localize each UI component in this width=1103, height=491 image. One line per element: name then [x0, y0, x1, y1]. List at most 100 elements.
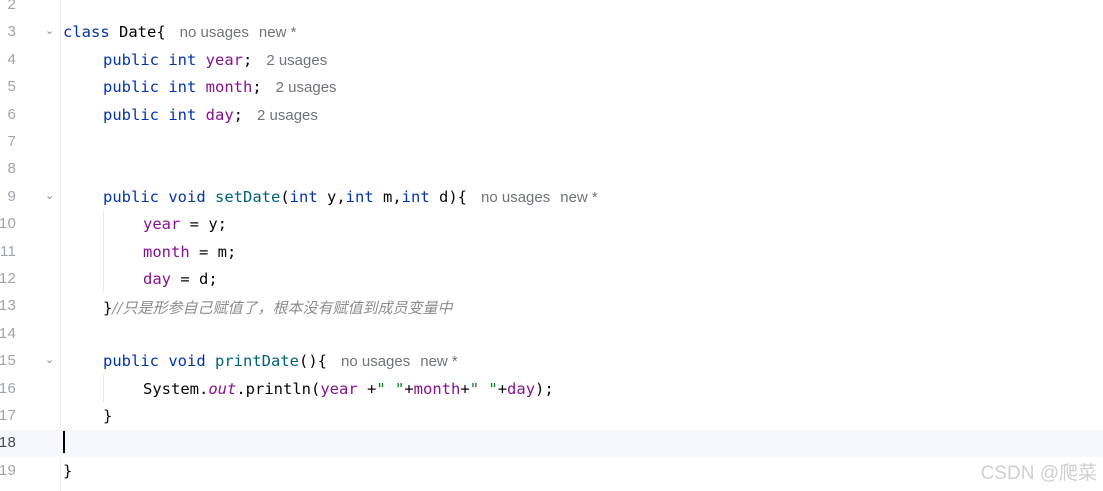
code-line[interactable]: 16 System.out.println(year +" "+month+" "… [0, 376, 1103, 403]
line-number[interactable]: 3 [0, 23, 16, 40]
inlay-usage-hint[interactable]: 2 usages [276, 79, 337, 96]
code-token: ); [535, 379, 554, 398]
code-token: " " [376, 379, 405, 398]
fold-chevron-icon[interactable]: ⌄ [45, 190, 55, 201]
code-token: d){ [439, 187, 467, 206]
line-number[interactable]: 17 [0, 407, 16, 424]
text-caret [63, 431, 65, 453]
code-token: " " [469, 379, 498, 398]
code-token: year [205, 50, 243, 69]
code-line[interactable]: 17} [0, 403, 1103, 430]
line-number[interactable]: 15 [0, 352, 16, 369]
code-token: = m; [189, 242, 237, 261]
code-token: public [103, 187, 169, 206]
inlay-usage-hint[interactable]: 2 usages [257, 107, 318, 124]
inlay-usage-hint[interactable]: 2 usages [266, 52, 327, 69]
line-number[interactable]: 2 [0, 0, 16, 13]
fold-chevron-icon[interactable]: ⌄ [45, 354, 55, 365]
code-line[interactable]: 7 [0, 129, 1103, 156]
code-text: class Date{no usages new * [63, 23, 296, 41]
code-token: int [345, 187, 383, 206]
code-line[interactable]: 2 [0, 0, 1103, 19]
code-token: int [168, 50, 206, 69]
code-line[interactable]: 9 ⌄ public void setDate(int y,int m,int d)… [0, 184, 1103, 211]
line-number[interactable]: 7 [0, 133, 16, 150]
code-token: void [168, 352, 215, 371]
line-number[interactable]: 4 [0, 51, 16, 68]
code-token: month [205, 78, 253, 97]
code-token: int [168, 78, 206, 97]
code-token: + [404, 379, 414, 398]
code-text: public void setDate(int y,int m,int d){n… [103, 188, 598, 206]
code-token: ; [233, 105, 243, 124]
line-number[interactable]: 19 [0, 462, 16, 479]
code-text: month = m; [143, 243, 236, 261]
code-token: } [63, 461, 73, 480]
code-editor[interactable]: 2 3 ⌄ class Date{no usages new * 4 public int … [0, 0, 1103, 491]
code-line[interactable]: 4 public int year; 2 usages [0, 47, 1103, 74]
code-line[interactable]: 15 ⌄ public void printDate(){no usages new … [0, 348, 1103, 375]
line-number[interactable]: 13 [0, 297, 16, 314]
code-text: }//只是形参自己赋值了，根本没有赋值到成员变量中 [103, 297, 452, 318]
code-token: ; [242, 50, 253, 69]
code-text: public int month; 2 usages [103, 78, 337, 96]
code-token: day [507, 379, 536, 398]
code-text: year = y; [143, 215, 227, 233]
inlay-usage-hint[interactable]: no usages [481, 189, 550, 206]
code-text: } [103, 407, 112, 425]
code-token: + [460, 379, 470, 398]
code-line[interactable]: 18 [0, 430, 1103, 458]
inlay-usage-hint[interactable]: new * [420, 353, 458, 370]
code-text: public int day; 2 usages [103, 106, 318, 124]
code-text: System.out.println(year +" "+month+" "+d… [143, 380, 554, 398]
code-token: m, [383, 187, 402, 206]
code-token: public [103, 50, 169, 69]
line-number[interactable]: 11 [0, 243, 16, 260]
code-line[interactable]: 13 }//只是形参自己赋值了，根本没有赋值到成员变量中 [0, 293, 1103, 320]
code-line[interactable]: 8 [0, 156, 1103, 183]
code-token: { [156, 23, 166, 42]
code-line[interactable]: 3 ⌄ class Date{no usages new * [0, 19, 1103, 46]
code-token: void [168, 187, 215, 206]
code-text: } [63, 462, 72, 480]
code-token: public [103, 105, 169, 124]
code-token: = d; [171, 270, 218, 288]
code-line[interactable]: 5 public int month; 2 usages [0, 74, 1103, 101]
code-line[interactable]: 11 month = m; [0, 239, 1103, 266]
line-number[interactable]: 12 [0, 270, 16, 287]
code-line[interactable]: 14 [0, 321, 1103, 348]
code-token: day [205, 105, 234, 124]
code-text: public void printDate(){no usages new * [103, 352, 458, 370]
inlay-usage-hint[interactable]: no usages [341, 353, 410, 370]
code-token: public [103, 352, 169, 371]
code-token: public [103, 78, 169, 97]
code-token: + [357, 379, 377, 398]
inlay-usage-hint[interactable]: no usages [180, 24, 249, 41]
code-line[interactable]: 12 day = d; [0, 266, 1103, 293]
code-token: year [143, 215, 181, 234]
code-line[interactable]: 6 public int day; 2 usages [0, 102, 1103, 129]
code-token: month [413, 379, 461, 398]
line-number[interactable]: 18 [0, 434, 16, 451]
inlay-usage-hint[interactable]: new * [560, 189, 598, 206]
code-token: month [143, 242, 190, 261]
inlay-usage-hint[interactable]: new * [259, 24, 297, 41]
line-number[interactable]: 9 [0, 188, 16, 205]
line-number[interactable]: 8 [0, 160, 16, 177]
code-line[interactable]: 19} [0, 458, 1103, 485]
code-token: class [63, 23, 119, 42]
line-number[interactable]: 16 [0, 380, 16, 397]
line-number[interactable]: 6 [0, 106, 16, 123]
line-number[interactable]: 10 [0, 215, 16, 232]
code-token: printDate [215, 352, 299, 371]
code-token: } [103, 299, 113, 318]
line-number[interactable]: 5 [0, 78, 16, 95]
code-token: + [497, 379, 508, 398]
line-number[interactable]: 14 [0, 325, 16, 342]
code-token: y, [327, 187, 346, 206]
code-token: = y; [180, 215, 227, 234]
code-token: setDate [215, 187, 281, 206]
code-token: out [208, 379, 237, 398]
fold-chevron-icon[interactable]: ⌄ [45, 25, 55, 36]
code-line[interactable]: 10 year = y; [0, 211, 1103, 238]
